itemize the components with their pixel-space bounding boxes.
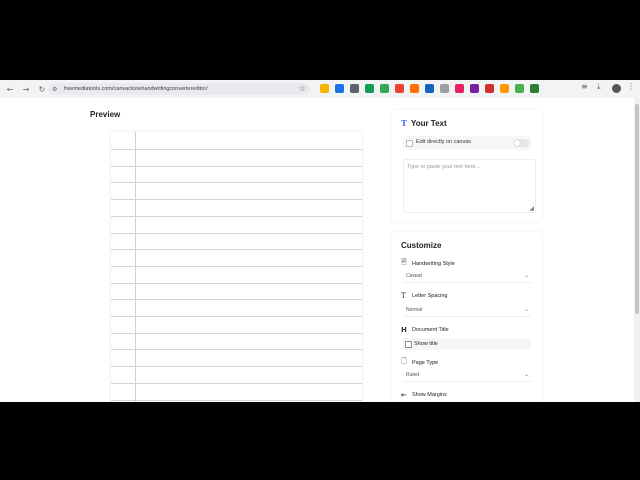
letter-spacing-text: Letter Spacing	[412, 293, 448, 299]
extension-icon[interactable]	[350, 84, 359, 93]
show-margins-label: ⇤ Show Margins	[401, 391, 447, 399]
ruled-line	[111, 299, 362, 301]
extension-icon[interactable]	[500, 84, 509, 93]
ruled-line	[111, 165, 362, 167]
forward-arrow-icon[interactable]: →	[20, 83, 32, 95]
ruled-line	[111, 265, 362, 267]
chevron-down-icon: ⌄	[523, 272, 529, 279]
page-type-text: Page Type	[412, 359, 439, 366]
extension-icon[interactable]	[320, 84, 329, 93]
your-text-title: Your Text	[410, 119, 447, 128]
preview-heading: Preview	[90, 110, 121, 119]
browser-toolbar: ← → ↻ ⚙ freemediatools.com/canvacionehan…	[0, 80, 640, 98]
your-text-heading: T Your Text	[401, 118, 447, 128]
ruled-line	[111, 149, 362, 150]
ruled-line	[111, 232, 362, 234]
extension-icon[interactable]	[365, 84, 374, 93]
page-type-select[interactable]: Ruled ⌄	[403, 369, 531, 382]
back-arrow-icon[interactable]: ←	[4, 83, 16, 95]
extension-icon[interactable]	[425, 84, 434, 93]
handwriting-style-label: 🗎 Handwriting Style	[401, 258, 455, 269]
ruled-line	[111, 282, 362, 284]
extension-icon[interactable]	[335, 84, 344, 93]
page-scrollbar[interactable]	[634, 98, 640, 402]
margins-icon: ⇤	[401, 391, 407, 399]
handwriting-style-select[interactable]: Caveat ⌄	[403, 270, 531, 283]
site-info-icon[interactable]: ⚙	[52, 86, 62, 93]
extension-icon[interactable]	[380, 84, 389, 93]
show-margins-text: Show Margins	[412, 392, 447, 398]
ruled-line	[111, 332, 362, 334]
extension-icon[interactable]	[410, 84, 419, 93]
show-title-row[interactable]: Show title	[403, 338, 531, 350]
extension-icon[interactable]	[470, 84, 479, 93]
page-icon: 🗋	[401, 357, 407, 365]
preview-canvas[interactable]	[111, 132, 362, 402]
paper-margin-line	[135, 132, 136, 402]
scrollbar-thumb[interactable]	[635, 104, 639, 314]
text-input[interactable]: Type or paste your text here... ◢	[403, 159, 536, 213]
chevron-down-icon: ⌄	[523, 371, 529, 378]
edit-toggle-label: Edit directly on canvas	[416, 139, 472, 145]
customize-heading: Customize	[401, 241, 442, 250]
download-icon[interactable]: ⤓	[597, 82, 601, 92]
extension-icon[interactable]	[440, 84, 449, 93]
heading-icon: H	[401, 326, 407, 334]
text-input-placeholder: Type or paste your text here...	[407, 164, 481, 170]
tab-search-icon[interactable]: ≡	[581, 82, 588, 91]
letter-spacing-label: T Letter Spacing	[401, 292, 447, 300]
your-text-panel: T Your Text Edit directly on canvas Type …	[392, 110, 542, 222]
bookmark-star-icon[interactable]: ☆	[299, 84, 306, 93]
extension-icon[interactable]	[530, 84, 539, 93]
profile-avatar[interactable]	[612, 84, 621, 93]
show-title-checkbox[interactable]	[405, 341, 412, 348]
ruled-line	[111, 382, 362, 384]
extension-icon[interactable]	[395, 84, 404, 93]
handwriting-style-value: Caveat	[406, 273, 422, 279]
ruled-line	[111, 366, 362, 368]
text-icon: T	[401, 292, 406, 300]
switch-knob	[514, 140, 520, 146]
url-text: freemediatools.com/canvacionehandwriting…	[64, 86, 208, 92]
ruled-line	[111, 249, 362, 251]
show-title-label: Show title	[414, 341, 438, 347]
page-type-value: Ruled	[406, 372, 420, 378]
document-title-text: Document Title	[412, 327, 449, 333]
ruled-line	[111, 349, 362, 351]
chevron-down-icon: ⌄	[523, 306, 529, 313]
customize-panel: Customize 🗎 Handwriting Style Caveat ⌄ T…	[392, 232, 542, 402]
letter-spacing-value: Normal	[406, 307, 423, 313]
extension-icon[interactable]	[455, 84, 464, 93]
ruled-line	[111, 215, 362, 217]
address-bar[interactable]: ⚙ freemediatools.com/canvacionehandwriti…	[48, 83, 310, 95]
page-type-label: 🗋 Page Type	[401, 357, 438, 368]
ruled-line	[111, 316, 362, 317]
resize-grip-icon[interactable]: ◢	[529, 205, 534, 212]
text-icon: T	[401, 118, 407, 128]
extension-icon[interactable]	[485, 84, 494, 93]
browser-window: ← → ↻ ⚙ freemediatools.com/canvacionehan…	[0, 80, 640, 402]
reload-icon[interactable]: ↻	[36, 83, 48, 95]
document-icon: 🗎	[401, 258, 407, 266]
ruled-line	[111, 199, 362, 201]
document-title-label: H Document Title	[401, 326, 449, 334]
edit-on-canvas-row[interactable]: Edit directly on canvas	[403, 136, 531, 150]
edit-toggle-switch[interactable]	[513, 139, 529, 147]
letter-spacing-select[interactable]: Normal ⌄	[403, 304, 531, 317]
extension-icon[interactable]	[515, 84, 524, 93]
handwriting-style-text: Handwriting Style	[412, 260, 455, 267]
edit-checkbox[interactable]	[406, 140, 413, 147]
ruled-line	[111, 399, 362, 401]
menu-kebab-icon[interactable]: ⋮	[627, 82, 635, 91]
ruled-line	[111, 182, 362, 184]
